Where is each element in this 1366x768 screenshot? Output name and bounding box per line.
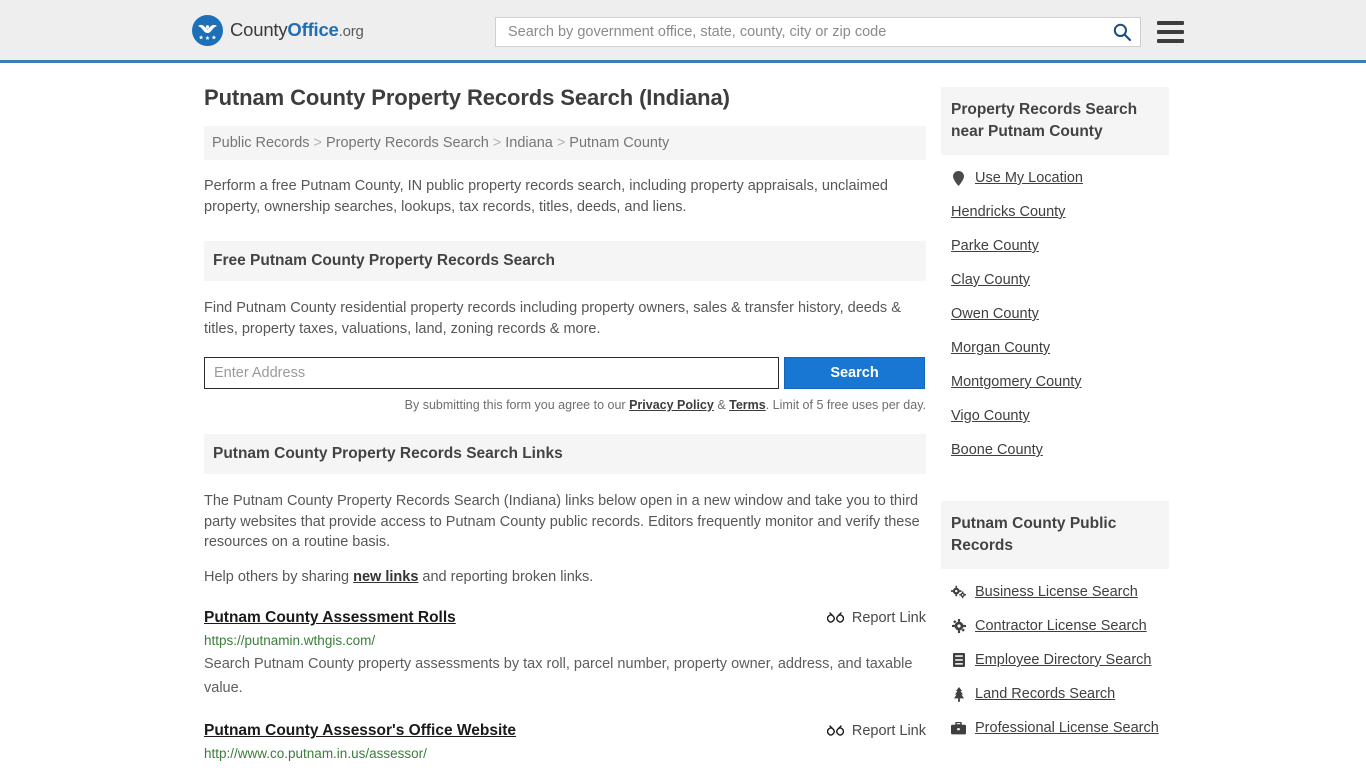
share-text-after: and reporting broken links. <box>418 568 594 585</box>
address-search-button[interactable]: Search <box>784 357 925 389</box>
breadcrumb-item-property-records-search[interactable]: Property Records Search <box>326 135 489 151</box>
sidebar-public-records-heading: Putnam County Public Records <box>941 501 1169 569</box>
sidebar-item-label: Business License Search <box>975 584 1138 600</box>
briefcase-icon <box>951 721 966 736</box>
logo-text-office: Office <box>287 19 339 40</box>
sidebar-item-label: Montgomery County <box>951 374 1082 390</box>
breadcrumb-separator: > <box>556 135 566 151</box>
sidebar-item-land-records-search[interactable]: Land Records Search <box>941 677 1169 711</box>
result-title-link[interactable]: Putnam County Assessor's Office Website <box>204 722 516 740</box>
sidebar-item-parke-county[interactable]: Parke County <box>941 229 1169 263</box>
result-title-link[interactable]: Putnam County Assessment Rolls <box>204 609 456 627</box>
breadcrumb-item-public-records[interactable]: Public Records <box>212 135 310 151</box>
breadcrumb: Public Records > Property Records Search > I… <box>204 126 926 160</box>
tree-icon <box>951 686 966 702</box>
disclaimer-text-before: By submitting this form you agree to our <box>404 398 630 412</box>
sidebar-item-label: Clay County <box>951 272 1030 288</box>
sidebar-item-label: Vigo County <box>951 408 1030 424</box>
page-body: Putnam County Property Records Search (I… <box>0 63 1366 768</box>
result-header: Putnam County Assessment Rolls Report Li… <box>204 609 926 627</box>
sidebar-item-hendricks-county[interactable]: Hendricks County <box>941 195 1169 229</box>
header-search-zone <box>495 17 1184 47</box>
free-search-description: Find Putnam County residential property … <box>204 300 901 337</box>
broken-link-icon <box>826 611 844 623</box>
search-icon[interactable] <box>1112 22 1132 42</box>
sidebar-nearby-heading: Property Records Search near Putnam Coun… <box>941 87 1169 155</box>
sidebar-item-clay-county[interactable]: Clay County <box>941 263 1169 297</box>
hamburger-menu-icon[interactable] <box>1157 21 1184 43</box>
result-description: Search Putnam County property assessment… <box>204 656 913 696</box>
sidebar-item-use-my-location[interactable]: Use My Location <box>941 161 1169 195</box>
global-search-input[interactable] <box>506 23 1112 41</box>
report-link-button[interactable]: Report Link <box>826 723 926 740</box>
map-pin-icon <box>951 170 966 186</box>
result-url[interactable]: https://putnamin.wthgis.com/ <box>204 633 926 648</box>
sidebar-item-label: Employee Directory Search <box>975 652 1152 668</box>
sidebar-item-employee-directory-search[interactable]: Employee Directory Search <box>941 643 1169 677</box>
sidebar: Property Records Search near Putnam Coun… <box>941 63 1169 768</box>
breadcrumb-separator: > <box>313 135 322 151</box>
page-title: Putnam County Property Records Search (I… <box>204 85 730 110</box>
sidebar-item-label: Land Records Search <box>975 686 1116 702</box>
site-logo[interactable]: CountyOffice.org <box>192 14 364 46</box>
sidebar-item-label: Hendricks County <box>951 204 1066 220</box>
sidebar-public-records-section: Putnam County Public Records Business Li… <box>941 501 1169 745</box>
sidebar-item-contractor-license-search[interactable]: Contractor License Search <box>941 609 1169 643</box>
share-text-before: Help others by sharing <box>204 568 354 585</box>
sidebar-item-label: Boone County <box>951 442 1043 458</box>
privacy-policy-link[interactable]: Privacy Policy <box>629 398 714 412</box>
sidebar-item-vigo-county[interactable]: Vigo County <box>941 399 1169 433</box>
address-search-form: Search <box>204 357 926 389</box>
report-link-button[interactable]: Report Link <box>826 610 926 627</box>
links-section-paragraph: The Putnam County Property Records Searc… <box>204 493 920 550</box>
address-input[interactable] <box>204 357 779 389</box>
sidebar-item-label: Professional License Search <box>975 720 1159 736</box>
form-disclaimer: By submitting this form you agree to our… <box>204 398 926 412</box>
sidebar-item-owen-county[interactable]: Owen County <box>941 297 1169 331</box>
county-office-emblem-icon <box>192 14 223 46</box>
breadcrumb-item-putnam-county[interactable]: Putnam County <box>569 135 669 151</box>
page-intro-text: Perform a free Putnam County, IN public … <box>204 178 888 215</box>
broken-link-icon <box>826 724 844 736</box>
sidebar-item-professional-license-search[interactable]: Professional License Search <box>941 711 1169 745</box>
sidebar-public-records-list: Business License Search Contractor Licen… <box>941 575 1169 745</box>
breadcrumb-item-indiana[interactable]: Indiana <box>505 135 553 151</box>
links-section-heading: Putnam County Property Records Search Li… <box>204 434 926 474</box>
result-item: Putnam County Assessment Rolls Report Li… <box>204 609 926 700</box>
result-url[interactable]: http://www.co.putnam.in.us/assessor/ <box>204 746 926 761</box>
sidebar-item-morgan-county[interactable]: Morgan County <box>941 331 1169 365</box>
directory-icon <box>951 653 966 668</box>
sidebar-item-label: Owen County <box>951 306 1039 322</box>
cogs-icon <box>951 585 966 600</box>
global-search-box[interactable] <box>495 17 1141 47</box>
site-logo-text: CountyOffice.org <box>230 19 364 41</box>
logo-text-county: County <box>230 19 288 40</box>
breadcrumb-separator: > <box>492 135 502 151</box>
disclaimer-text-after: . Limit of 5 free uses per day. <box>765 398 926 412</box>
result-item: Putnam County Assessor's Office Website … <box>204 722 926 768</box>
sidebar-item-label: Parke County <box>951 238 1039 254</box>
sidebar-item-label: Use My Location <box>975 170 1083 186</box>
sidebar-nearby-list: Use My Location Hendricks County Parke C… <box>941 161 1169 467</box>
report-link-label: Report Link <box>851 610 926 626</box>
sidebar-item-business-license-search[interactable]: Business License Search <box>941 575 1169 609</box>
cog-icon <box>951 619 966 634</box>
terms-link[interactable]: Terms <box>729 398 766 412</box>
sidebar-item-label: Contractor License Search <box>975 618 1147 634</box>
report-link-label: Report Link <box>851 723 926 739</box>
sidebar-item-boone-county[interactable]: Boone County <box>941 433 1169 467</box>
sidebar-item-montgomery-county[interactable]: Montgomery County <box>941 365 1169 399</box>
main-content: Putnam County Property Records Search (I… <box>204 63 926 768</box>
sidebar-item-label: Morgan County <box>951 340 1051 356</box>
site-header: CountyOffice.org <box>0 0 1366 63</box>
new-links-link[interactable]: new links <box>353 569 418 585</box>
logo-text-org: .org <box>338 23 364 40</box>
result-header: Putnam County Assessor's Office Website … <box>204 722 926 740</box>
share-links-text: Help others by sharing new links and rep… <box>204 567 926 588</box>
disclaimer-amp: & <box>713 398 730 412</box>
free-search-heading: Free Putnam County Property Records Sear… <box>204 241 926 281</box>
